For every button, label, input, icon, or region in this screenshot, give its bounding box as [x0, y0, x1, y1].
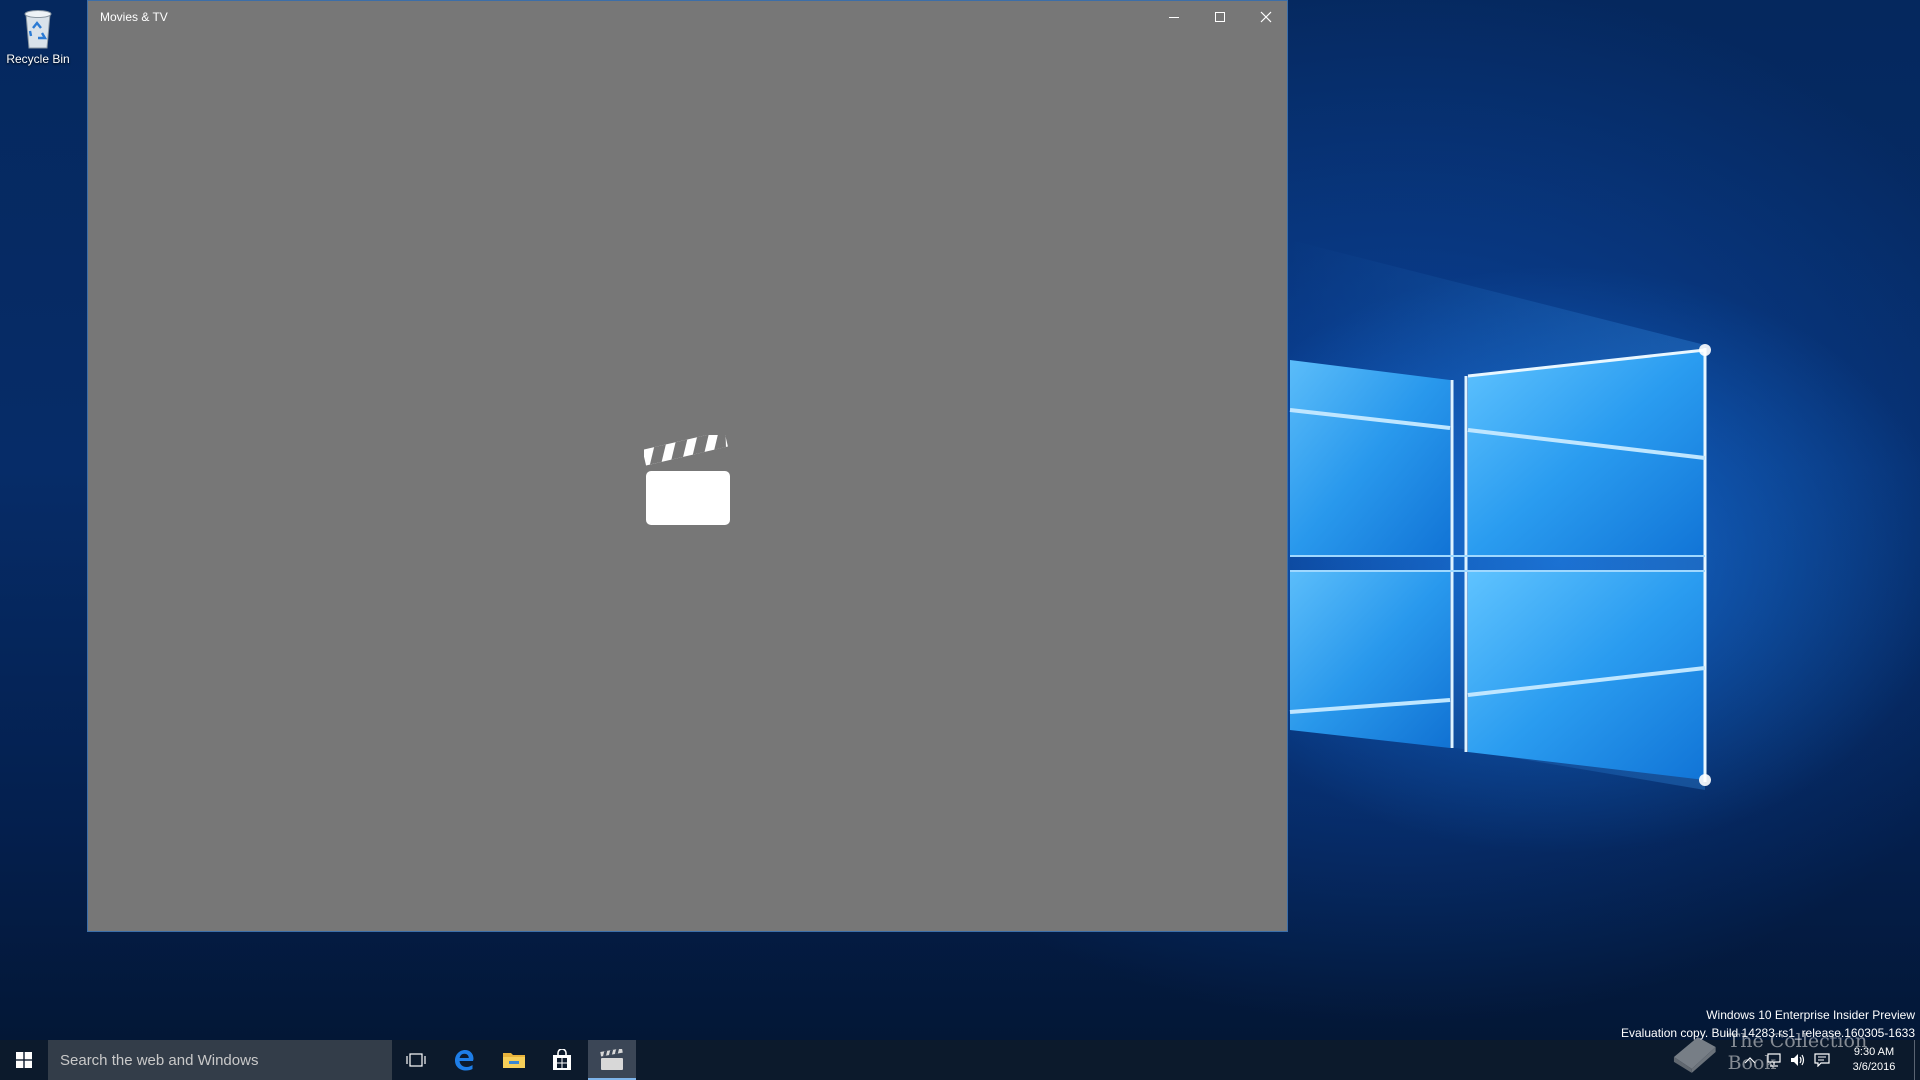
- maximize-icon: [1215, 12, 1225, 22]
- windows-start-icon: [16, 1052, 32, 1068]
- file-explorer-taskbar-button[interactable]: [490, 1040, 538, 1080]
- search-input[interactable]: [60, 1051, 380, 1069]
- store-taskbar-button[interactable]: [538, 1040, 586, 1080]
- recycle-bin[interactable]: Recycle Bin: [4, 6, 72, 78]
- clapperboard-icon: [644, 435, 730, 525]
- close-icon: [1260, 11, 1272, 23]
- task-view-button[interactable]: [392, 1040, 440, 1080]
- minimize-icon: [1169, 17, 1179, 18]
- movies-tv-taskbar-button[interactable]: [588, 1040, 636, 1080]
- task-view-icon: [406, 1053, 426, 1067]
- store-icon: [553, 1049, 571, 1070]
- recycle-bin-icon: [24, 10, 52, 49]
- close-button[interactable]: [1243, 1, 1289, 33]
- taskbar: 9:30 AM 3/6/2016: [0, 1040, 1920, 1080]
- recycle-bin-label: Recycle Bin: [6, 52, 70, 66]
- edge-taskbar-button[interactable]: [440, 1040, 488, 1080]
- maximize-button[interactable]: [1197, 1, 1243, 33]
- site-watermark-text: The Collection Book: [1727, 1030, 1868, 1074]
- start-button[interactable]: [0, 1040, 48, 1080]
- book-icon: [1673, 1037, 1716, 1073]
- edge-icon: [455, 1050, 474, 1071]
- site-watermark: The Collection Book: [1668, 1030, 1920, 1074]
- movies-tv-window[interactable]: Movies & TV: [87, 0, 1288, 932]
- file-explorer-icon: [503, 1053, 525, 1068]
- search-box[interactable]: [48, 1040, 392, 1080]
- movies-tv-icon: [600, 1049, 623, 1070]
- minimize-button[interactable]: [1151, 1, 1197, 33]
- title-bar[interactable]: Movies & TV: [88, 1, 1287, 33]
- watermark-edition: Windows 10 Enterprise Insider Preview: [1706, 1008, 1915, 1022]
- window-title: Movies & TV: [100, 10, 168, 24]
- desktop: Recycle Bin Movies & TV Windows 10 Enter…: [0, 0, 1920, 1040]
